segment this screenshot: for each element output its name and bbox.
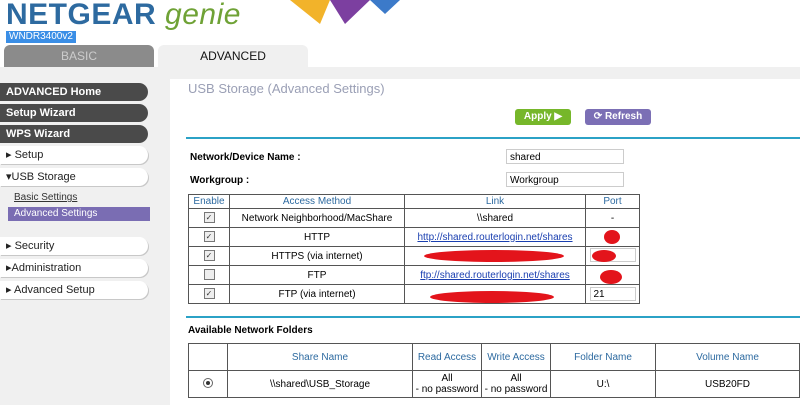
table-row: ✓ Network Neighborhood/MacShare \\shared…	[188, 208, 640, 228]
volume-name: USB20FD	[655, 370, 800, 398]
sidebar-item-security[interactable]: ▸ Security	[0, 237, 148, 255]
enable-checkbox[interactable]: ✓	[203, 231, 215, 243]
sidebar-item-advanced-home[interactable]: ADVANCED Home	[0, 83, 148, 101]
access-link[interactable]: http://shared.routerlogin.net/shares	[417, 232, 572, 243]
refresh-button[interactable]: ⟳ Refresh	[585, 109, 651, 125]
column-header: Write Access	[481, 343, 551, 371]
workgroup-label: Workgroup :	[190, 175, 250, 186]
sidebar-item-administration[interactable]: ▸Administration	[0, 259, 148, 277]
table-row: ✓ FTP (via internet) 21	[188, 284, 640, 304]
redaction-mark	[604, 230, 620, 244]
model-badge: WNDR3400v2	[6, 31, 76, 43]
redaction-mark	[430, 291, 554, 303]
decorative-graphic	[290, 0, 400, 24]
read-access: All - no password	[412, 370, 482, 398]
access-method-table: Enable Access Method Link Port ✓ Network…	[188, 194, 640, 304]
column-header: Port	[585, 194, 640, 209]
column-header: Read Access	[412, 343, 482, 371]
sidebar-item-setup[interactable]: ▸ Setup	[0, 146, 148, 164]
device-name-input[interactable]: shared	[506, 149, 624, 164]
folder-name: U:\	[550, 370, 656, 398]
sidebar-item-advanced-setup[interactable]: ▸ Advanced Setup	[0, 281, 148, 299]
triangle-right-icon: ▸	[6, 149, 12, 161]
workgroup-input[interactable]: Workgroup	[506, 172, 624, 187]
device-name-label: Network/Device Name :	[190, 152, 301, 163]
sidebar-item-wps-wizard[interactable]: WPS Wizard	[0, 125, 148, 143]
column-header: Share Name	[227, 343, 413, 371]
table-row: ✓ HTTPS (via internet)	[188, 246, 640, 266]
sidebar-item-setup-wizard[interactable]: Setup Wizard	[0, 104, 148, 122]
sidebar-subitem-basic-settings[interactable]: Basic Settings	[14, 192, 77, 203]
table-header-row: Enable Access Method Link Port	[188, 194, 640, 209]
column-header: Link	[404, 194, 586, 209]
access-method: FTP	[229, 265, 405, 285]
port-input[interactable]: 21	[589, 287, 636, 301]
netgear-logo: NETGEAR genie	[6, 0, 241, 31]
tab-advanced[interactable]: ADVANCED	[158, 45, 308, 67]
redaction-mark	[424, 250, 564, 262]
tab-basic[interactable]: BASIC	[4, 45, 154, 67]
tab-bar-strip	[0, 67, 800, 79]
column-header: Enable	[188, 194, 230, 209]
table-row: ✓ HTTP http://shared.routerlogin.net/sha…	[188, 227, 640, 247]
table-row: FTP ftp://shared.routerlogin.net/shares	[188, 265, 640, 285]
apply-button[interactable]: Apply ▶	[515, 109, 571, 125]
enable-checkbox[interactable]: ✓	[203, 288, 215, 300]
sidebar-subitem-advanced-settings[interactable]: Advanced Settings	[8, 207, 150, 221]
refresh-icon: ⟳	[593, 111, 603, 122]
divider	[186, 316, 800, 318]
network-folders-table: Share Name Read Access Write Access Fold…	[188, 343, 800, 398]
column-header: Volume Name	[655, 343, 800, 371]
sidebar-item-usb-storage[interactable]: ▾USB Storage	[0, 168, 148, 186]
triangle-right-icon: ▸	[6, 284, 12, 296]
enable-checkbox[interactable]: ✓	[203, 212, 215, 224]
redaction-mark	[592, 250, 616, 262]
access-method: FTP (via internet)	[229, 284, 405, 304]
folders-section-title: Available Network Folders	[188, 325, 313, 336]
enable-checkbox[interactable]: ✓	[203, 250, 215, 262]
access-link: \\shared	[404, 208, 586, 228]
folder-select-radio[interactable]	[203, 377, 213, 388]
column-header: Folder Name	[550, 343, 656, 371]
table-header-row: Share Name Read Access Write Access Fold…	[188, 343, 800, 371]
port-value: -	[585, 208, 640, 228]
access-method: HTTP	[229, 227, 405, 247]
triangle-right-icon: ▸	[6, 240, 12, 252]
enable-checkbox[interactable]	[203, 269, 215, 281]
share-name: \\shared\USB_Storage	[227, 370, 413, 398]
column-header: Access Method	[229, 194, 405, 209]
table-row: \\shared\USB_Storage All - no password A…	[188, 370, 800, 398]
redaction-mark	[600, 270, 622, 284]
access-method: Network Neighborhood/MacShare	[229, 208, 405, 228]
divider	[186, 137, 800, 139]
access-method: HTTPS (via internet)	[229, 246, 405, 266]
page-title: USB Storage (Advanced Settings)	[188, 81, 385, 96]
access-link[interactable]: ftp://shared.routerlogin.net/shares	[420, 270, 570, 281]
write-access: All - no password	[481, 370, 551, 398]
